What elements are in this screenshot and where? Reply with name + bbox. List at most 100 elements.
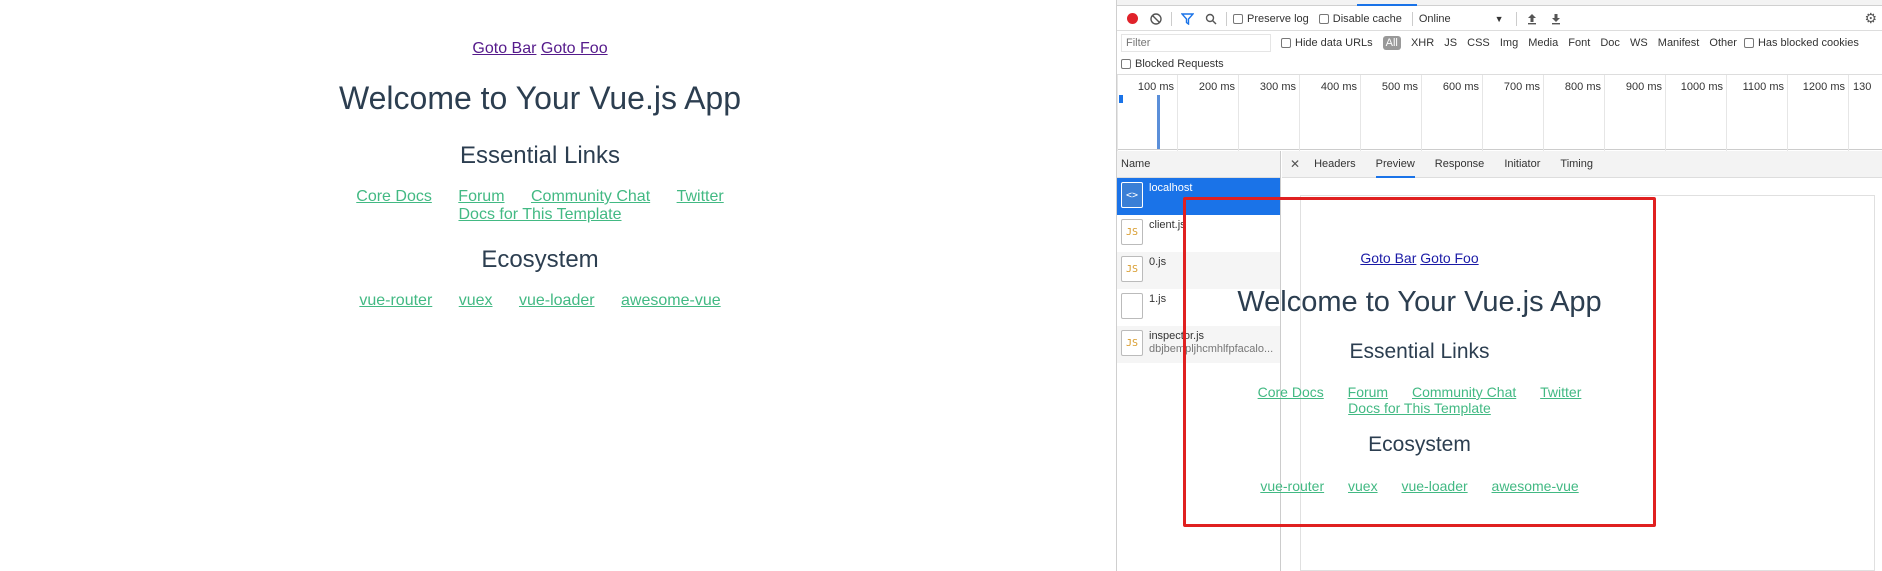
goto-bar-link[interactable]: Goto Bar <box>472 40 536 57</box>
forum-link[interactable]: Forum <box>458 188 504 205</box>
preview-vue-router-link[interactable]: vue-router <box>1260 478 1324 494</box>
upload-icon <box>1527 13 1536 24</box>
timeline-request-bar <box>1119 95 1123 103</box>
close-icon[interactable]: ✕ <box>1290 157 1300 171</box>
timeline-tick: 600 ms <box>1421 75 1482 151</box>
request-name: localhost <box>1149 182 1193 194</box>
type-filter-media[interactable]: Media <box>1528 37 1558 49</box>
type-filter-font[interactable]: Font <box>1568 37 1590 49</box>
ecosystem-heading: Ecosystem <box>481 246 599 273</box>
timeline-tick-label: 130 <box>1853 81 1872 93</box>
essential-links-heading: Essential Links <box>459 142 621 169</box>
essential-links-list: Core Docs Forum Community Chat Twitter D… <box>0 188 1080 224</box>
preview-ecosystem-heading: Ecosystem <box>1368 433 1471 456</box>
preview-essential-heading: Essential Links <box>1349 340 1490 363</box>
checkbox-box[interactable] <box>1281 38 1291 48</box>
timeline-tick: 900 ms <box>1604 75 1665 151</box>
has-blocked-cookies-checkbox[interactable]: Has blocked cookies <box>1743 37 1859 49</box>
tab-preview[interactable]: Preview <box>1375 151 1415 178</box>
devtools-tabstrip <box>1117 0 1882 6</box>
preview-forum-link[interactable]: Forum <box>1348 384 1388 400</box>
preview-core-docs-link[interactable]: Core Docs <box>1258 384 1324 400</box>
filter-input[interactable] <box>1121 34 1271 52</box>
timeline-tick: 500 ms <box>1360 75 1421 151</box>
preview-community-chat-link[interactable]: Community Chat <box>1412 384 1516 400</box>
tab-response[interactable]: Response <box>1435 151 1485 178</box>
type-filter-doc[interactable]: Doc <box>1600 37 1620 49</box>
preview-page-title: Welcome to Your Vue.js App <box>1237 286 1602 318</box>
checkbox-box[interactable] <box>1743 38 1754 48</box>
settings-gear-icon[interactable]: ⚙ <box>1864 10 1877 27</box>
awesome-vue-link[interactable]: awesome-vue <box>621 292 721 309</box>
vue-router-link[interactable]: vue-router <box>359 292 432 309</box>
timeline-tick: 130 <box>1848 75 1882 151</box>
record-button[interactable] <box>1123 10 1141 28</box>
toolbar-divider <box>1411 11 1413 26</box>
preview-highlight-box: Goto Bar Goto Foo Welcome to Your Vue.js… <box>1183 197 1656 527</box>
preserve-log-label: Preserve log <box>1247 12 1309 25</box>
tab-initiator[interactable]: Initiator <box>1504 151 1540 178</box>
record-icon <box>1126 13 1138 24</box>
type-filter-all[interactable]: All <box>1382 36 1401 50</box>
tab-headers[interactable]: Headers <box>1314 151 1356 178</box>
timeline-tick: 300 ms <box>1238 75 1299 151</box>
type-filter-ws[interactable]: WS <box>1630 37 1648 49</box>
tab-timing[interactable]: Timing <box>1560 151 1593 178</box>
type-filter-other[interactable]: Other <box>1709 37 1737 49</box>
preserve-log-checkbox[interactable]: Preserve log <box>1233 13 1309 25</box>
preview-vue-loader-link[interactable]: vue-loader <box>1401 478 1467 494</box>
blank-file-icon <box>1121 293 1143 319</box>
type-filter-css[interactable]: CSS <box>1467 37 1490 49</box>
throttling-select[interactable]: Online ▼ <box>1419 13 1504 25</box>
ecosystem-links-list: vue-router vuex vue-loader awesome-vue <box>0 292 1080 310</box>
filter-icon <box>1180 12 1194 25</box>
import-har-button[interactable] <box>1523 10 1541 28</box>
preview-template-docs-link[interactable]: Docs for This Template <box>1348 400 1491 416</box>
type-filter-img[interactable]: Img <box>1500 37 1518 49</box>
checkbox-box[interactable] <box>1318 13 1329 24</box>
timeline-tick-label: 100 ms <box>1137 81 1174 93</box>
disable-cache-label: Disable cache <box>1332 12 1402 25</box>
resource-type-filters: All XHR JS CSS Img Media Font Doc WS Man… <box>1382 36 1744 50</box>
blocked-requests-checkbox[interactable]: Blocked Requests <box>1121 56 1224 72</box>
timeline-tick-label: 700 ms <box>1503 81 1540 93</box>
timeline-tick-label: 1100 ms <box>1742 81 1784 93</box>
preview-goto-bar-link[interactable]: Goto Bar <box>1360 250 1416 266</box>
checkbox-box[interactable] <box>1121 59 1131 69</box>
preview-ecosystem-links: vue-router vuex vue-loader awesome-vue <box>1186 478 1653 494</box>
preview-twitter-link[interactable]: Twitter <box>1540 384 1581 400</box>
preview-awesome-vue-link[interactable]: awesome-vue <box>1492 478 1579 494</box>
network-overview-timeline[interactable]: 100 ms 200 ms 300 ms 400 ms 500 ms 600 m… <box>1117 74 1882 151</box>
vue-app-page: Goto Bar Goto Foo Welcome to Your Vue.js… <box>0 0 1116 571</box>
timeline-tick: 800 ms <box>1543 75 1604 151</box>
checkbox-box[interactable] <box>1233 13 1243 24</box>
devtools-panel: Preserve log Disable cache Online ▼ ⚙ Hi… <box>1116 0 1882 571</box>
timeline-tick-label: 800 ms <box>1564 81 1601 93</box>
community-chat-link[interactable]: Community Chat <box>531 188 650 205</box>
vuex-link[interactable]: vuex <box>459 292 493 309</box>
type-filter-js[interactable]: JS <box>1444 37 1457 49</box>
goto-foo-link[interactable]: Goto Foo <box>541 40 608 57</box>
core-docs-link[interactable]: Core Docs <box>356 188 432 205</box>
disable-cache-checkbox[interactable]: Disable cache <box>1318 12 1402 25</box>
template-docs-link[interactable]: Docs for This Template <box>458 206 621 223</box>
blocked-requests-label: Blocked Requests <box>1135 58 1224 70</box>
name-column-header[interactable]: Name <box>1117 151 1280 178</box>
preview-goto-foo-link[interactable]: Goto Foo <box>1420 250 1478 266</box>
twitter-link[interactable]: Twitter <box>677 188 724 205</box>
request-name: client.js <box>1149 219 1186 231</box>
hide-data-urls-label: Hide data URLs <box>1295 37 1373 49</box>
js-file-icon: JS <box>1121 219 1143 245</box>
timeline-tick: 100 ms <box>1117 75 1177 151</box>
type-filter-xhr[interactable]: XHR <box>1411 37 1434 49</box>
filter-toggle-button[interactable] <box>1178 10 1196 28</box>
hide-data-urls-checkbox[interactable]: Hide data URLs <box>1281 37 1373 49</box>
export-har-button[interactable] <box>1547 10 1565 28</box>
preview-vuex-link[interactable]: vuex <box>1348 478 1378 494</box>
search-button[interactable] <box>1202 10 1220 28</box>
toolbar-divider <box>1171 11 1172 26</box>
timeline-tick: 400 ms <box>1299 75 1360 151</box>
vue-loader-link[interactable]: vue-loader <box>519 292 595 309</box>
clear-button[interactable] <box>1147 10 1165 28</box>
type-filter-manifest[interactable]: Manifest <box>1658 37 1700 49</box>
